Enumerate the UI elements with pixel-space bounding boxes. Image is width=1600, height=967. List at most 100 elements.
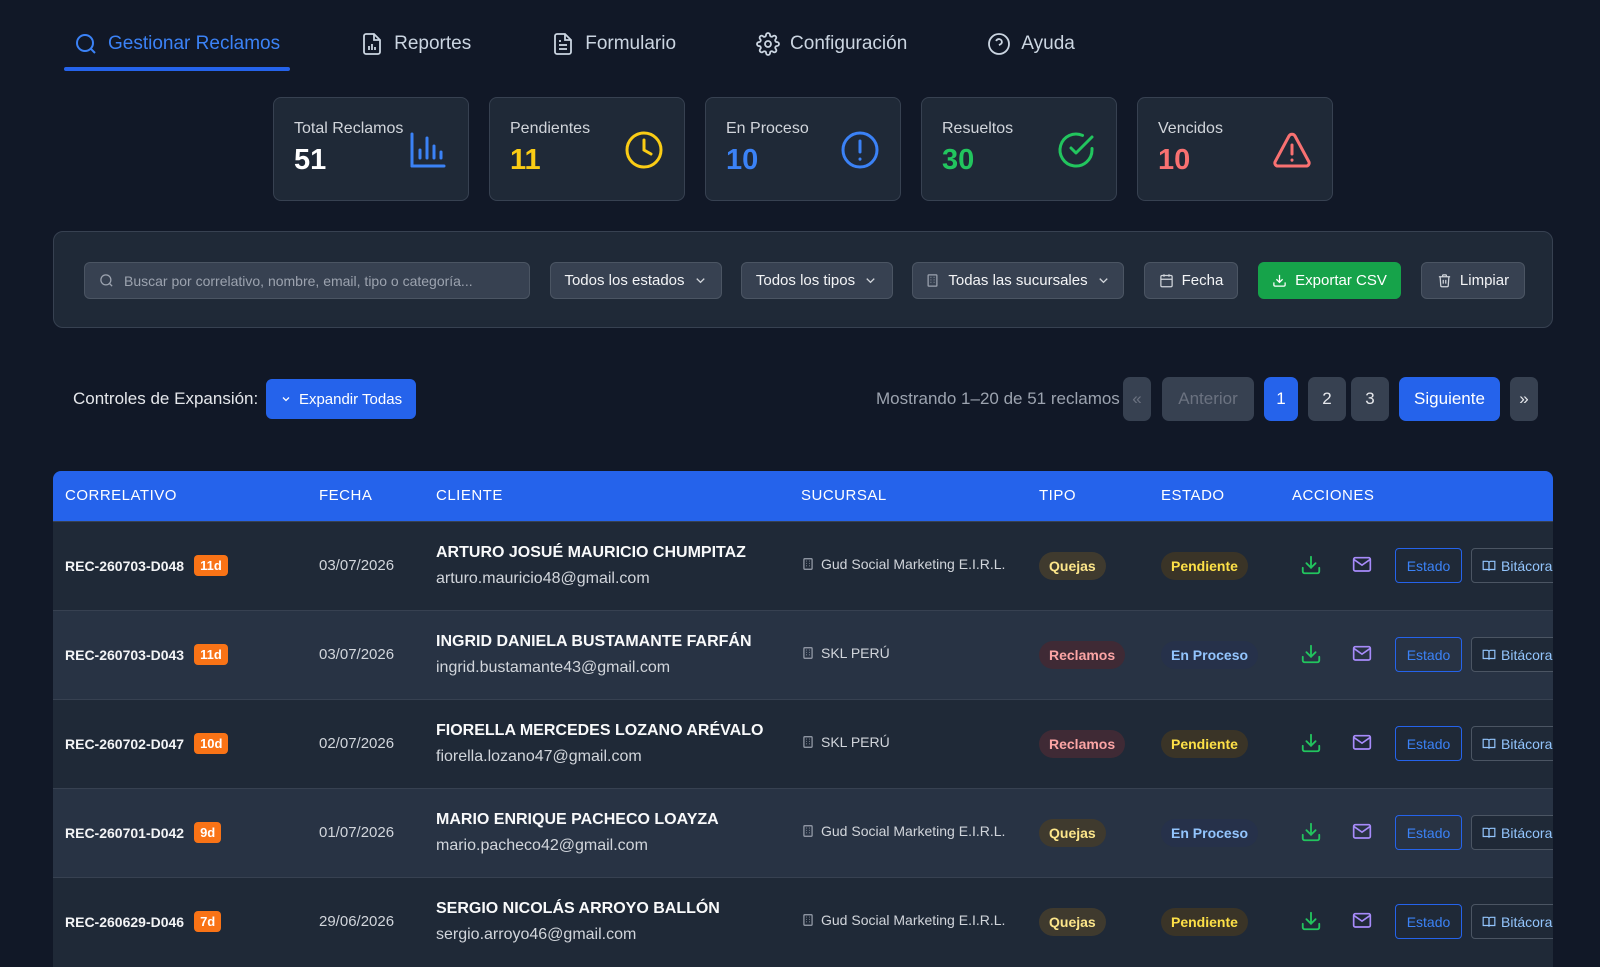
header-estado[interactable]: ESTADO: [1161, 487, 1225, 504]
header-sucursal[interactable]: SUCURSAL: [801, 487, 887, 504]
days-badge: 11d: [194, 644, 228, 665]
date-cell: 02/07/2026: [319, 735, 395, 752]
page-button-2[interactable]: 2: [1308, 377, 1346, 421]
main-tabs: Gestionar Reclamos Reportes Formulario C…: [64, 22, 1145, 71]
mail-icon[interactable]: [1352, 823, 1372, 841]
stat-label: Vencidos: [1158, 120, 1223, 137]
type-filter-label: Todos los tipos: [755, 272, 856, 289]
date-filter-button[interactable]: Fecha: [1144, 262, 1238, 299]
bitacora-button[interactable]: Bitácora: [1471, 815, 1553, 850]
tab-configuracion[interactable]: Configuración: [746, 22, 917, 66]
days-badge: 7d: [194, 911, 222, 932]
mail-icon[interactable]: [1352, 734, 1372, 752]
header-cliente[interactable]: CLIENTE: [436, 487, 503, 504]
next-page-button[interactable]: Siguiente: [1399, 377, 1500, 421]
prev-page-button[interactable]: Anterior: [1162, 377, 1254, 421]
branch-name: Gud Social Marketing E.I.R.L.: [821, 823, 1006, 839]
table-row[interactable]: REC-260703-D043 11d 03/07/2026 INGRID DANIE…: [53, 610, 1553, 699]
table-row[interactable]: REC-260703-D048 11d 03/07/2026 ARTURO JOSUÉ…: [53, 521, 1553, 610]
client-email: sergio.arroyo46@gmail.com: [436, 926, 637, 943]
branch-name: Gud Social Marketing E.I.R.L.: [821, 912, 1006, 928]
stat-total-reclamos: Total Reclamos 51: [273, 97, 469, 201]
trash-icon: [1438, 274, 1451, 288]
date-cell: 01/07/2026: [319, 824, 395, 841]
download-icon[interactable]: [1300, 643, 1322, 665]
stat-value: 10: [1158, 144, 1191, 176]
last-page-button[interactable]: »: [1510, 377, 1538, 421]
bitacora-label: Bitácora: [1501, 913, 1553, 930]
estado-button[interactable]: Estado: [1395, 637, 1462, 672]
table-row[interactable]: REC-260701-D042 9d 01/07/2026 MARIO ENRIQUE…: [53, 788, 1553, 877]
table-row[interactable]: REC-260702-D047 10d 02/07/2026 FIORELLA MER…: [53, 699, 1553, 788]
export-csv-label: Exportar CSV: [1295, 272, 1387, 289]
download-icon[interactable]: [1300, 821, 1322, 843]
correlativo-id: REC-260703-D048: [65, 557, 185, 574]
type-badge: Reclamos: [1039, 641, 1126, 669]
correlativo-id: REC-260702-D047: [65, 735, 185, 752]
bitacora-button[interactable]: Bitácora: [1471, 548, 1553, 583]
bitacora-button[interactable]: Bitácora: [1471, 904, 1553, 939]
tab-ayuda[interactable]: Ayuda: [977, 22, 1085, 66]
correlativo-cell: REC-260702-D047 10d: [65, 733, 229, 754]
tab-gestionar-reclamos[interactable]: Gestionar Reclamos: [64, 22, 291, 71]
correlativo-id: REC-260701-D042: [65, 824, 185, 841]
branch-cell: Gud Social Marketing E.I.R.L.: [801, 556, 1005, 572]
type-badge: Reclamos: [1039, 730, 1126, 758]
clear-filters-button[interactable]: Limpiar: [1421, 262, 1525, 299]
download-icon[interactable]: [1300, 732, 1322, 754]
date-cell: 03/07/2026: [319, 557, 395, 574]
correlativo-cell: REC-260701-D042 9d: [65, 822, 222, 843]
tab-label: Configuración: [790, 33, 908, 54]
page-button-1[interactable]: 1: [1264, 377, 1298, 421]
document-icon: [551, 32, 575, 56]
status-badge: En Proceso: [1161, 819, 1259, 847]
alert-circle-icon: [841, 131, 879, 169]
stat-value: 30: [942, 144, 975, 176]
correlativo-cell: REC-260703-D048 11d: [65, 555, 228, 576]
table-row[interactable]: REC-260629-D046 7d 29/06/2026 SERGIO NICOLÁ…: [53, 877, 1553, 966]
bitacora-button[interactable]: Bitácora: [1471, 726, 1553, 761]
help-icon: [987, 32, 1011, 56]
tab-formulario[interactable]: Formulario: [541, 22, 686, 66]
branch-filter-select[interactable]: Todas las sucursales: [912, 262, 1124, 299]
search-box[interactable]: [84, 262, 530, 299]
mail-icon[interactable]: [1352, 912, 1372, 930]
header-correlativo[interactable]: CORRELATIVO: [65, 487, 177, 504]
calendar-icon: [1159, 274, 1173, 288]
status-filter-select[interactable]: Todos los estados: [550, 262, 722, 299]
estado-button[interactable]: Estado: [1395, 548, 1462, 583]
days-badge: 10d: [194, 733, 229, 754]
clear-filters-label: Limpiar: [1459, 272, 1510, 289]
stat-label: Total Reclamos: [294, 120, 404, 137]
first-page-button[interactable]: «: [1123, 377, 1151, 421]
branch-cell: Gud Social Marketing E.I.R.L.: [801, 912, 1005, 928]
header-tipo[interactable]: TIPO: [1039, 487, 1076, 504]
type-badge: Quejas: [1039, 819, 1106, 847]
stat-pendientes: Pendientes 11: [489, 97, 685, 201]
search-input[interactable]: [124, 272, 529, 289]
estado-button[interactable]: Estado: [1395, 904, 1462, 939]
estado-button[interactable]: Estado: [1395, 815, 1462, 850]
header-fecha[interactable]: FECHA: [319, 487, 372, 504]
days-badge: 11d: [194, 555, 228, 576]
bitacora-label: Bitácora: [1501, 646, 1553, 663]
bitacora-label: Bitácora: [1501, 824, 1553, 841]
export-csv-button[interactable]: Exportar CSV: [1258, 262, 1401, 299]
download-icon[interactable]: [1300, 910, 1322, 932]
expand-all-button[interactable]: Expandir Todas: [266, 379, 416, 419]
tab-reportes[interactable]: Reportes: [350, 22, 481, 66]
book-icon: [1482, 738, 1496, 749]
book-icon: [1482, 916, 1496, 927]
bar-chart-icon: [410, 132, 446, 168]
type-filter-select[interactable]: Todos los tipos: [741, 262, 893, 299]
estado-button[interactable]: Estado: [1395, 726, 1462, 761]
bitacora-label: Bitácora: [1501, 557, 1553, 574]
client-name: MARIO ENRIQUE PACHECO LOAYZA: [436, 811, 719, 828]
book-icon: [1482, 827, 1496, 838]
mail-icon[interactable]: [1352, 645, 1372, 663]
page-button-3[interactable]: 3: [1351, 377, 1389, 421]
chevron-down-icon: [282, 397, 290, 402]
download-icon[interactable]: [1300, 554, 1322, 576]
mail-icon[interactable]: [1352, 556, 1372, 574]
bitacora-button[interactable]: Bitácora: [1471, 637, 1553, 672]
